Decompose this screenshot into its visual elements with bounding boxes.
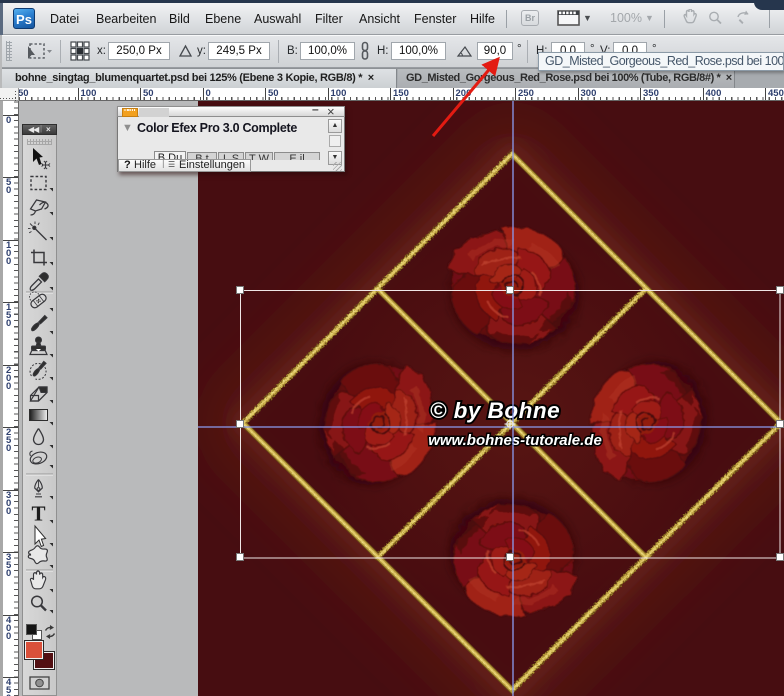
svg-text:© by Bohne: © by Bohne [430, 398, 560, 423]
svg-text:www.bohnes-tutorale.de: www.bohnes-tutorale.de [428, 432, 602, 449]
svg-text:T: T [31, 502, 45, 526]
